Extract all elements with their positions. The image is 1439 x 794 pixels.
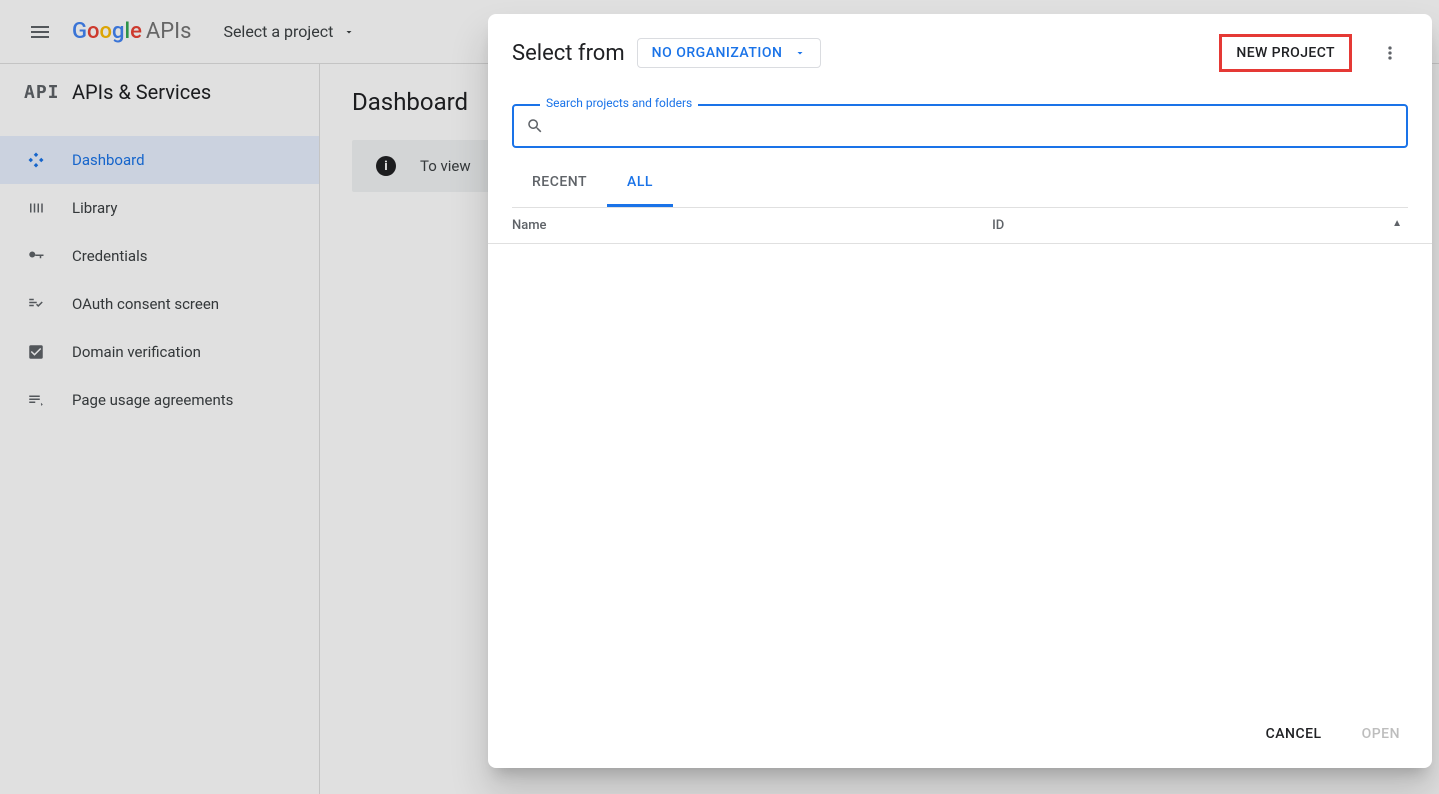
search-label: Search projects and folders bbox=[540, 96, 698, 110]
project-picker-dialog: Select from NO ORGANIZATION NEW PROJECT … bbox=[488, 14, 1432, 768]
organization-label: NO ORGANIZATION bbox=[652, 45, 783, 61]
search-field[interactable] bbox=[512, 104, 1408, 148]
tab-recent[interactable]: RECENT bbox=[512, 160, 607, 207]
table-header: Name ID ▲ bbox=[488, 208, 1432, 244]
new-project-button[interactable]: NEW PROJECT bbox=[1219, 34, 1352, 72]
organization-selector[interactable]: NO ORGANIZATION bbox=[637, 38, 822, 68]
dialog-footer: CANCEL OPEN bbox=[488, 700, 1432, 768]
column-header-name[interactable]: Name bbox=[512, 218, 992, 233]
project-table[interactable]: Name ID ▲ bbox=[488, 208, 1432, 700]
more-options-button[interactable] bbox=[1372, 35, 1408, 71]
tabs: RECENT ALL bbox=[512, 160, 1408, 208]
dialog-header: Select from NO ORGANIZATION NEW PROJECT bbox=[488, 14, 1432, 80]
search-icon bbox=[526, 117, 544, 135]
cancel-button[interactable]: CANCEL bbox=[1262, 718, 1326, 750]
tab-all[interactable]: ALL bbox=[607, 160, 673, 207]
dialog-title: Select from bbox=[512, 41, 625, 66]
more-vert-icon bbox=[1380, 43, 1400, 63]
search-field-wrap: Search projects and folders bbox=[512, 104, 1408, 148]
sort-arrow-icon: ▲ bbox=[1392, 218, 1402, 233]
search-input[interactable] bbox=[552, 117, 1394, 135]
dropdown-arrow-icon bbox=[794, 47, 806, 59]
column-header-id[interactable]: ID bbox=[992, 218, 1392, 233]
open-button: OPEN bbox=[1358, 718, 1404, 750]
